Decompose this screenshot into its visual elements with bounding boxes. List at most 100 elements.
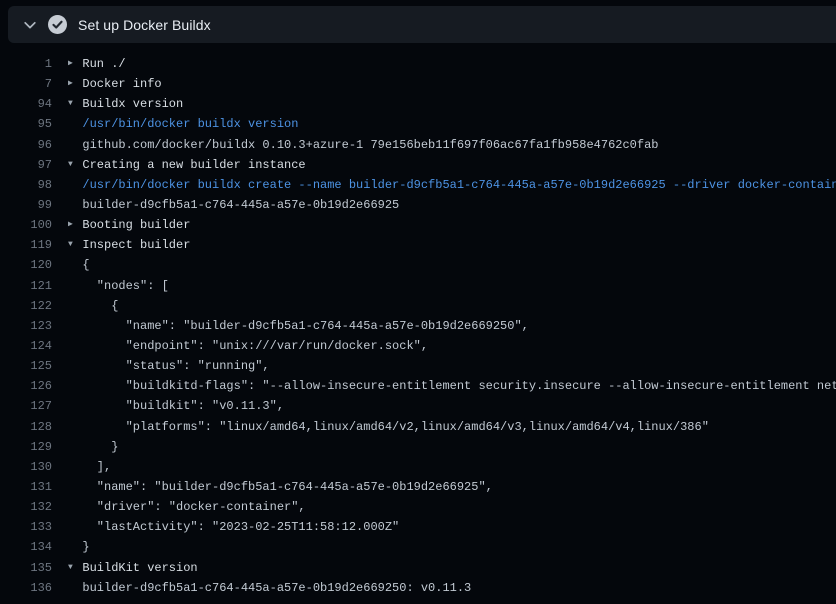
line-content: "buildkitd-flags": "--allow-insecure-ent… xyxy=(68,376,836,396)
line-content: builder-d9cfb5a1-c764-445a-a57e-0b19d2e6… xyxy=(68,195,399,215)
line-number[interactable]: 94 xyxy=(0,94,52,114)
log-text: /usr/bin/docker buildx create --name bui… xyxy=(82,175,836,195)
log-text: "lastActivity": "2023-02-25T11:58:12.000… xyxy=(82,517,399,537)
log-line: 128 "platforms": "linux/amd64,linux/amd6… xyxy=(0,417,836,437)
log-line: 126 "buildkitd-flags": "--allow-insecure… xyxy=(0,376,836,396)
line-number[interactable]: 126 xyxy=(0,376,52,396)
line-content: "nodes": [ xyxy=(68,276,169,296)
line-number[interactable]: 123 xyxy=(0,316,52,336)
log-line[interactable]: 1▶Run ./ xyxy=(0,54,836,74)
log-line: 120 { xyxy=(0,255,836,275)
log-line: 127 "buildkit": "v0.11.3", xyxy=(0,396,836,416)
check-circle-icon xyxy=(47,15,67,35)
line-number[interactable]: 96 xyxy=(0,135,52,155)
line-number[interactable]: 122 xyxy=(0,296,52,316)
line-number[interactable]: 135 xyxy=(0,558,52,578)
line-number[interactable]: 124 xyxy=(0,336,52,356)
chevron-down-icon[interactable] xyxy=(21,16,39,34)
line-number[interactable]: 134 xyxy=(0,537,52,557)
log-text: BuildKit version xyxy=(82,558,197,578)
line-number[interactable]: 125 xyxy=(0,356,52,376)
log-text: "buildkitd-flags": "--allow-insecure-ent… xyxy=(82,376,836,396)
line-content: "driver": "docker-container", xyxy=(68,497,306,517)
line-content: "name": "builder-d9cfb5a1-c764-445a-a57e… xyxy=(68,477,493,497)
line-number[interactable]: 99 xyxy=(0,195,52,215)
log-line: 95/usr/bin/docker buildx version xyxy=(0,114,836,134)
line-content: ▶Booting builder xyxy=(68,215,190,235)
log-text: ], xyxy=(82,457,111,477)
line-number[interactable]: 130 xyxy=(0,457,52,477)
line-content: "endpoint": "unix:///var/run/docker.sock… xyxy=(68,336,428,356)
log-line: 131 "name": "builder-d9cfb5a1-c764-445a-… xyxy=(0,477,836,497)
line-number[interactable]: 98 xyxy=(0,175,52,195)
line-number[interactable]: 121 xyxy=(0,276,52,296)
log-line[interactable]: 97 ▼Creating a new builder instance xyxy=(0,155,836,175)
line-number[interactable]: 131 xyxy=(0,477,52,497)
log-text: /usr/bin/docker buildx version xyxy=(82,114,298,134)
workflow-log-panel: Set up Docker Buildx 1▶Run ./7▶Docker in… xyxy=(0,0,836,604)
line-number[interactable]: 119 xyxy=(0,235,52,255)
log-line: 133 "lastActivity": "2023-02-25T11:58:12… xyxy=(0,517,836,537)
line-content: "buildkit": "v0.11.3", xyxy=(68,396,284,416)
log-line: 122 { xyxy=(0,296,836,316)
line-content: /usr/bin/docker buildx version xyxy=(68,114,298,134)
line-content: ], xyxy=(68,457,111,477)
line-content: { xyxy=(68,255,90,275)
log-text: Booting builder xyxy=(82,215,190,235)
line-number[interactable]: 95 xyxy=(0,114,52,134)
log-text: "nodes": [ xyxy=(82,276,168,296)
log-text: "endpoint": "unix:///var/run/docker.sock… xyxy=(82,336,428,356)
line-number[interactable]: 133 xyxy=(0,517,52,537)
line-content: "name": "builder-d9cfb5a1-c764-445a-a57e… xyxy=(68,316,529,336)
log-text: Buildx version xyxy=(82,94,183,114)
log-line[interactable]: 119 ▼Inspect builder xyxy=(0,235,836,255)
log-line[interactable]: 100 ▶Booting builder xyxy=(0,215,836,235)
log-line[interactable]: 94 ▼Buildx version xyxy=(0,94,836,114)
log-line[interactable]: 135 ▼BuildKit version xyxy=(0,558,836,578)
log-line: 125 "status": "running", xyxy=(0,356,836,376)
log-line[interactable]: 7 ▶Docker info xyxy=(0,74,836,94)
line-number[interactable]: 136 xyxy=(0,578,52,598)
collapsed-arrow-icon[interactable]: ▶ xyxy=(68,54,82,74)
log-line: 132 "driver": "docker-container", xyxy=(0,497,836,517)
line-content: ▼Inspect builder xyxy=(68,235,190,255)
log-text: "driver": "docker-container", xyxy=(82,497,305,517)
line-number[interactable]: 132 xyxy=(0,497,52,517)
line-number[interactable]: 100 xyxy=(0,215,52,235)
expanded-arrow-icon[interactable]: ▼ xyxy=(68,94,82,114)
expanded-arrow-icon[interactable]: ▼ xyxy=(68,235,82,255)
log-line: 136builder-d9cfb5a1-c764-445a-a57e-0b19d… xyxy=(0,578,836,598)
line-content: "lastActivity": "2023-02-25T11:58:12.000… xyxy=(68,517,399,537)
log-line: 96 github.com/docker/buildx 0.10.3+azure-… xyxy=(0,135,836,155)
collapsed-arrow-icon[interactable]: ▶ xyxy=(68,74,82,94)
line-content: ▶Docker info xyxy=(68,74,162,94)
log-text: Creating a new builder instance xyxy=(82,155,305,175)
line-content: /usr/bin/docker buildx create --name bui… xyxy=(68,175,836,195)
line-number[interactable]: 120 xyxy=(0,255,52,275)
log-line: 129 } xyxy=(0,437,836,457)
line-content: ▼Buildx version xyxy=(68,94,183,114)
line-number[interactable]: 127 xyxy=(0,396,52,416)
log-line: 130 ], xyxy=(0,457,836,477)
line-number[interactable]: 7 xyxy=(0,74,52,94)
step-header[interactable]: Set up Docker Buildx xyxy=(8,6,836,43)
log-text: Inspect builder xyxy=(82,235,190,255)
log-lines: 1▶Run ./7▶Docker info94▼Buildx version95… xyxy=(0,44,836,598)
log-line: 123 "name": "builder-d9cfb5a1-c764-445a-… xyxy=(0,316,836,336)
line-number[interactable]: 128 xyxy=(0,417,52,437)
line-number[interactable]: 129 xyxy=(0,437,52,457)
log-text: github.com/docker/buildx 0.10.3+azure-1 … xyxy=(82,135,658,155)
log-text: "name": "builder-d9cfb5a1-c764-445a-a57e… xyxy=(82,477,492,497)
expanded-arrow-icon[interactable]: ▼ xyxy=(68,155,82,175)
log-text: Docker info xyxy=(82,74,161,94)
log-text: builder-d9cfb5a1-c764-445a-a57e-0b19d2e6… xyxy=(82,195,399,215)
expanded-arrow-icon[interactable]: ▼ xyxy=(68,558,82,578)
collapsed-arrow-icon[interactable]: ▶ xyxy=(68,215,82,235)
log-text: } xyxy=(82,437,118,457)
log-line: 98/usr/bin/docker buildx create --name b… xyxy=(0,175,836,195)
line-number[interactable]: 1 xyxy=(0,54,52,74)
log-line: 121 "nodes": [ xyxy=(0,276,836,296)
step-title: Set up Docker Buildx xyxy=(78,17,211,33)
line-number[interactable]: 97 xyxy=(0,155,52,175)
line-content: } xyxy=(68,437,118,457)
